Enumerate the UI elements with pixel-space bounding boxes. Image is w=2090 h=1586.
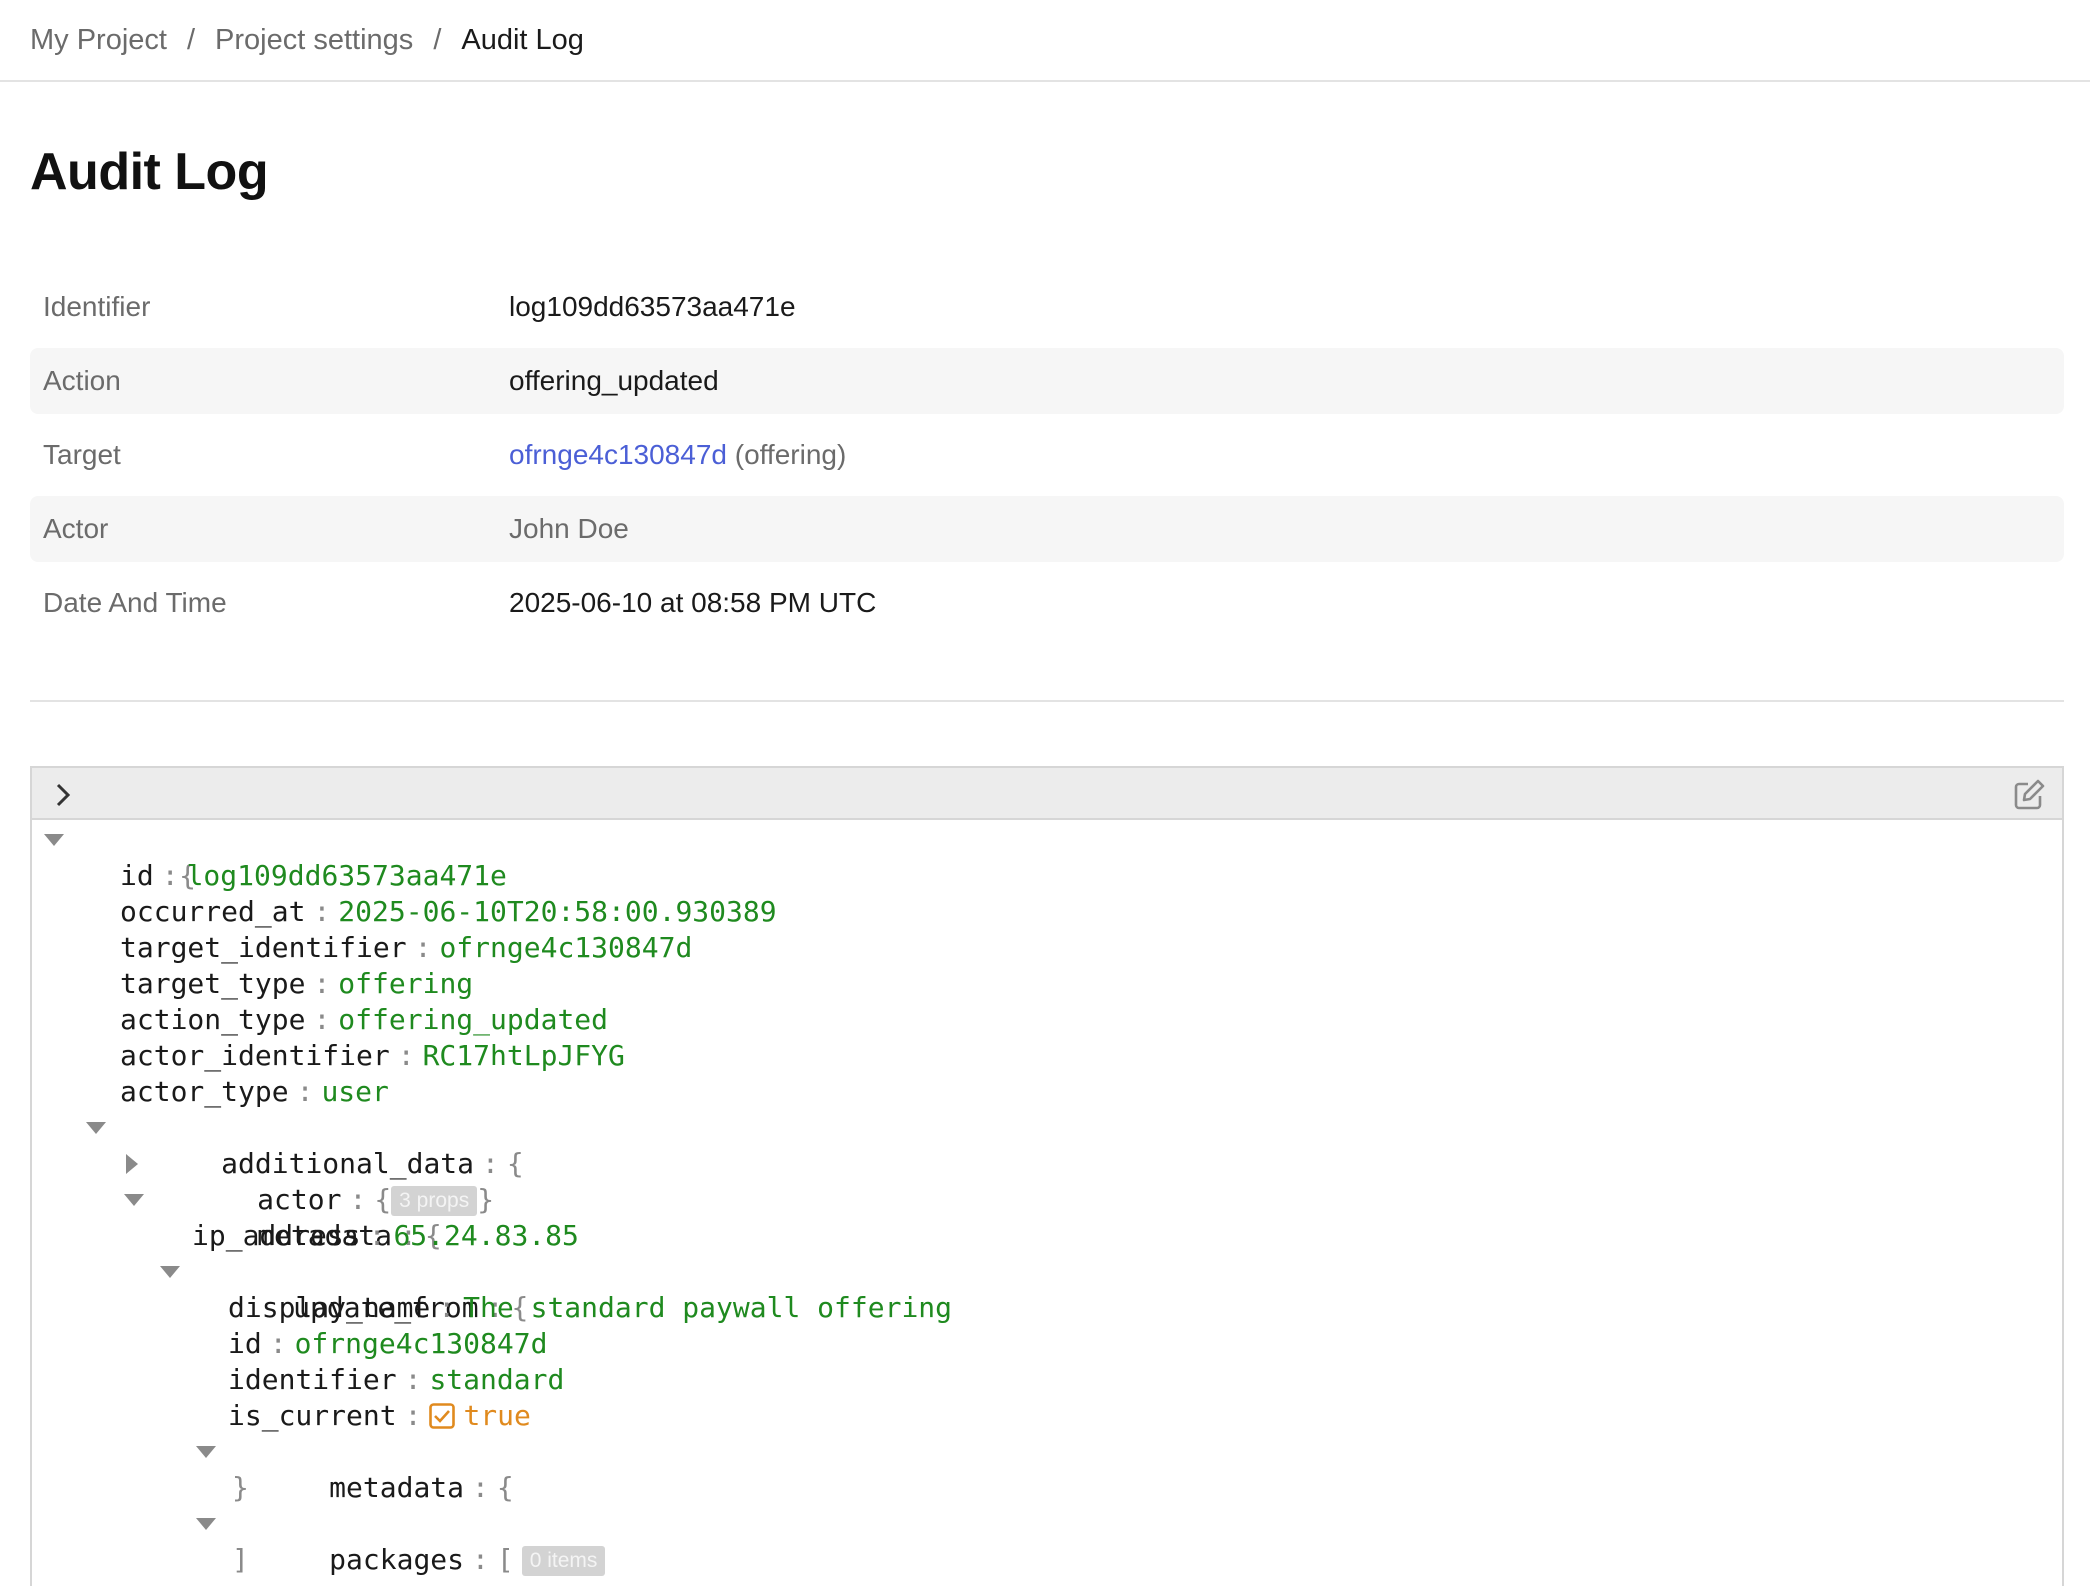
detail-value: offering_updated <box>509 365 719 397</box>
json-root-line: { <box>32 822 2062 858</box>
json-value: log109dd63573aa471e <box>187 859 507 892</box>
json-key: action_type <box>120 1003 305 1036</box>
caret-down-icon[interactable] <box>124 1182 148 1218</box>
json-line-identifier: identifier:standard <box>32 1362 2062 1398</box>
json-line-actor-type: actor_type:user <box>32 1074 2062 1110</box>
breadcrumb-my-project[interactable]: My Project <box>30 24 167 57</box>
chevron-right-icon[interactable] <box>50 782 76 808</box>
json-tree: { id:log109dd63573aa471e occurred_at:202… <box>32 820 2062 1578</box>
json-value: ofrnge4c130847d <box>295 1327 548 1360</box>
detail-label: Identifier <box>30 291 509 323</box>
json-key: occurred_at <box>120 895 305 928</box>
json-line-is-current: is_current:true <box>32 1398 2062 1434</box>
page-title: Audit Log <box>30 142 268 202</box>
json-line-occurred-at: occurred_at:2025-06-10T20:58:00.930389 <box>32 894 2062 930</box>
detail-value: John Doe <box>509 513 629 545</box>
target-link[interactable]: ofrnge4c130847d <box>509 439 727 470</box>
json-line-actor: actor:{3 props} <box>32 1146 2062 1182</box>
detail-label: Date And Time <box>30 587 509 619</box>
json-viewer-toolbar <box>32 768 2062 820</box>
breadcrumb-project-settings[interactable]: Project settings <box>215 24 413 57</box>
json-line-ip-address: ip_address:65.24.83.85 <box>32 1218 2062 1254</box>
json-line-update-from: update_from:{ <box>32 1254 2062 1290</box>
json-value: ofrnge4c130847d <box>439 931 692 964</box>
json-line-metadata: metadata:{ <box>32 1182 2062 1218</box>
caret-down-icon[interactable] <box>160 1254 184 1290</box>
json-line-close-bracket: ] <box>32 1542 2062 1578</box>
target-type-suffix: (offering) <box>735 439 847 470</box>
json-value: offering_updated <box>338 1003 608 1036</box>
edit-icon[interactable] <box>2012 778 2046 812</box>
json-key: id <box>120 859 154 892</box>
detail-row-target: Target ofrnge4c130847d (offering) <box>30 422 2064 488</box>
json-line-action-type: action_type:offering_updated <box>32 1002 2062 1038</box>
json-key: id <box>228 1327 262 1360</box>
json-value: true <box>463 1399 530 1432</box>
detail-row-action: Action offering_updated <box>30 348 2064 414</box>
detail-row-actor: Actor John Doe <box>30 496 2064 562</box>
json-line-target-type: target_type:offering <box>32 966 2062 1002</box>
breadcrumb-separator: / <box>433 24 441 57</box>
json-line-additional-data: additional_data:{ <box>32 1110 2062 1146</box>
json-key: target_type <box>120 967 305 1000</box>
json-key: target_identifier <box>120 931 407 964</box>
json-line-actor-identifier: actor_identifier:RC17htLpJFYG <box>32 1038 2062 1074</box>
json-value: 2025-06-10T20:58:00.930389 <box>338 895 776 928</box>
caret-right-icon[interactable] <box>124 1146 148 1182</box>
detail-row-datetime: Date And Time 2025-06-10 at 08:58 PM UTC <box>30 570 2064 636</box>
section-divider <box>30 700 2064 702</box>
detail-value: log109dd63573aa471e <box>509 291 796 323</box>
json-line-id: id:log109dd63573aa471e <box>32 858 2062 894</box>
json-value: standard <box>429 1363 564 1396</box>
json-line-packages: packages:[0 items <box>32 1506 2062 1542</box>
json-key: identifier <box>228 1363 397 1396</box>
breadcrumb-current: Audit Log <box>461 24 584 57</box>
json-line-display-name: display_name:The standard paywall offeri… <box>32 1290 2062 1326</box>
json-value: 65.24.83.85 <box>393 1219 578 1252</box>
caret-down-icon[interactable] <box>196 1506 220 1542</box>
json-key: actor_type <box>120 1075 289 1108</box>
json-key: display_name <box>228 1291 430 1324</box>
json-value: offering <box>338 967 473 1000</box>
breadcrumb-separator: / <box>187 24 195 57</box>
detail-label: Action <box>30 365 509 397</box>
json-key: is_current <box>228 1399 397 1432</box>
json-key: actor_identifier <box>120 1039 390 1072</box>
detail-value: 2025-06-10 at 08:58 PM UTC <box>509 587 876 619</box>
detail-label: Actor <box>30 513 509 545</box>
detail-label: Target <box>30 439 509 471</box>
json-line-inner-metadata: metadata:{ <box>32 1434 2062 1470</box>
audit-details-table: Identifier log109dd63573aa471e Action of… <box>30 274 2064 644</box>
detail-row-identifier: Identifier log109dd63573aa471e <box>30 274 2064 340</box>
detail-value: ofrnge4c130847d (offering) <box>509 439 846 471</box>
caret-down-icon[interactable] <box>44 822 68 858</box>
json-viewer: { id:log109dd63573aa471e occurred_at:202… <box>30 766 2064 1586</box>
breadcrumb: My Project / Project settings / Audit Lo… <box>0 0 2090 82</box>
json-value: The standard paywall offering <box>463 1291 952 1324</box>
json-key: ip_address <box>192 1219 361 1252</box>
caret-down-icon[interactable] <box>86 1110 110 1146</box>
json-value: RC17htLpJFYG <box>423 1039 625 1072</box>
caret-down-icon[interactable] <box>196 1434 220 1470</box>
checkbox-checked-icon <box>429 1402 455 1428</box>
json-line-uf-id: id:ofrnge4c130847d <box>32 1326 2062 1362</box>
json-line-close-brace: } <box>32 1470 2062 1506</box>
json-line-target-identifier: target_identifier:ofrnge4c130847d <box>32 930 2062 966</box>
json-value: user <box>321 1075 388 1108</box>
